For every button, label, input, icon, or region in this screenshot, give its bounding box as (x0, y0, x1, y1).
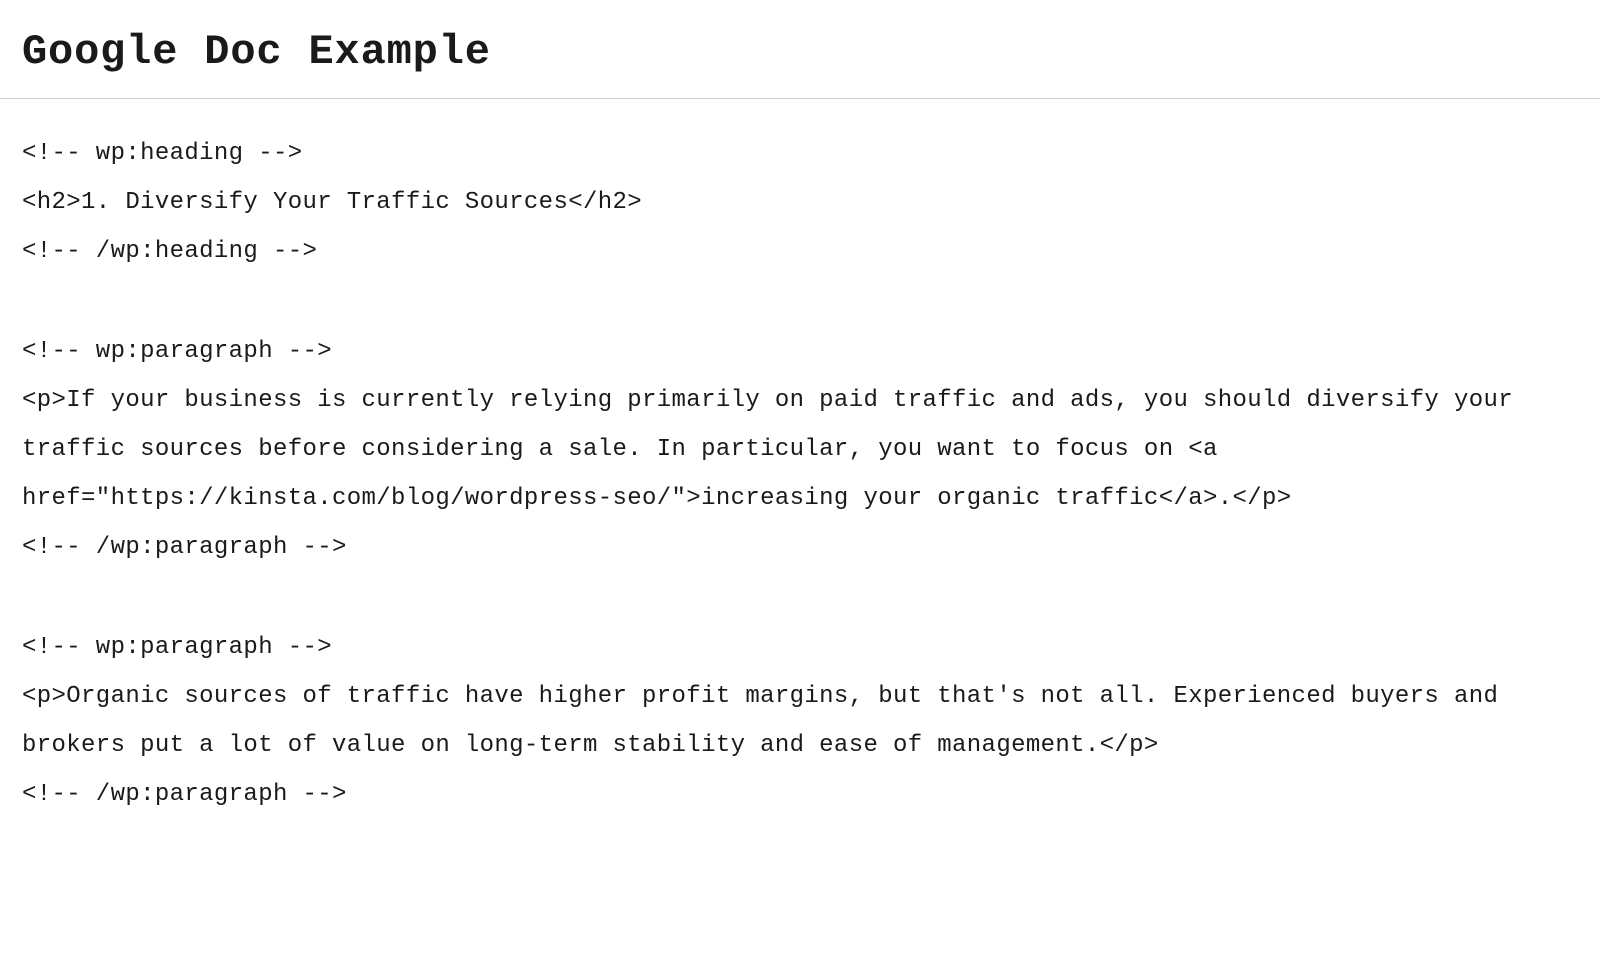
page-title: Google Doc Example (22, 28, 1578, 76)
spacer (22, 277, 1578, 327)
code-line: <!-- /wp:paragraph --> (22, 770, 1578, 819)
code-line: <!-- wp:heading --> (22, 129, 1578, 178)
code-line: <!-- /wp:paragraph --> (22, 523, 1578, 572)
code-line: <h2>1. Diversify Your Traffic Sources</h… (22, 178, 1578, 227)
code-line: <!-- wp:paragraph --> (22, 623, 1578, 672)
code-line: <!-- /wp:heading --> (22, 227, 1578, 276)
code-line: <p>Organic sources of traffic have highe… (22, 672, 1578, 770)
spacer (22, 573, 1578, 623)
code-line: <p>If your business is currently relying… (22, 376, 1578, 524)
code-line: <!-- wp:paragraph --> (22, 327, 1578, 376)
code-content: <!-- wp:heading --> <h2>1. Diversify You… (0, 99, 1600, 841)
page-header: Google Doc Example (0, 0, 1600, 99)
